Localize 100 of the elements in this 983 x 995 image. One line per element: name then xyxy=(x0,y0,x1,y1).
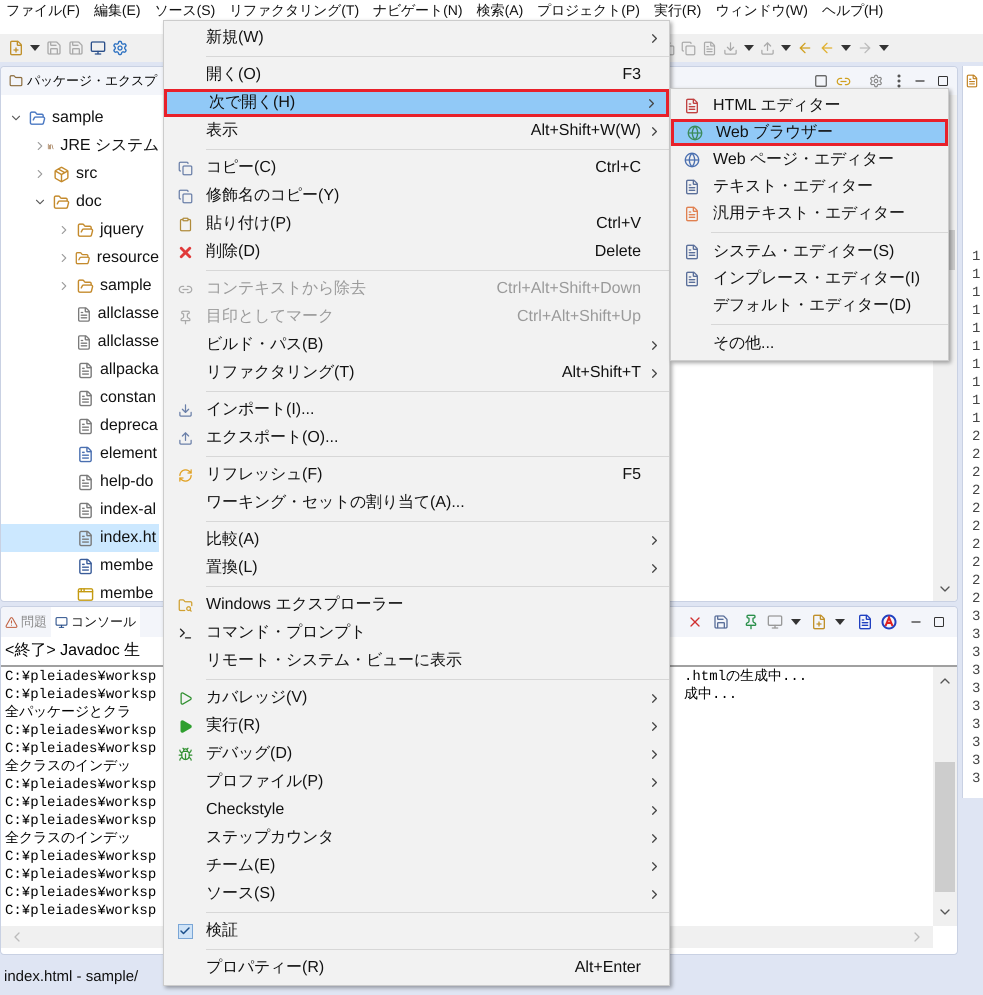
menu-bar-item[interactable]: 編集(E) xyxy=(94,1,141,19)
menu-item[interactable]: Web ページ・エディター xyxy=(671,146,948,173)
tree-item[interactable]: index.ht xyxy=(1,524,159,552)
java-file-icon[interactable] xyxy=(965,74,979,88)
tree-item[interactable]: allclasse xyxy=(1,328,159,356)
menu-item[interactable]: インプレース・エディター(I) xyxy=(671,265,948,292)
menu-item[interactable]: コピー(C) Ctrl+C xyxy=(164,154,669,182)
tree-item[interactable]: resource xyxy=(1,244,159,272)
caret-down-icon[interactable] xyxy=(781,45,791,51)
menu-item[interactable]: ソース(S) xyxy=(164,880,669,908)
menu-item[interactable]: 実行(R) xyxy=(164,712,669,740)
menu-bar-item[interactable]: リファクタリング(T) xyxy=(229,1,360,19)
menu-item[interactable]: 貼り付け(P) Ctrl+V xyxy=(164,210,669,238)
menu-item[interactable]: ビルド・パス(B) xyxy=(164,331,669,359)
menu-label: リフレッシュ(F) xyxy=(206,465,322,485)
menu-item[interactable]: 検証 xyxy=(164,917,669,945)
menu-item[interactable]: 置換(L) xyxy=(164,554,669,582)
menu-item[interactable]: ステップカウンタ xyxy=(164,824,669,852)
menu-item[interactable]: その他... xyxy=(671,330,948,357)
tree-label: allpacka xyxy=(100,360,159,380)
menu-item[interactable]: インポート(I)... xyxy=(164,396,669,424)
menu-bar-item[interactable]: 実行(R) xyxy=(654,1,702,19)
tree-item[interactable]: constan xyxy=(1,384,159,412)
maximize-icon[interactable] xyxy=(933,616,945,628)
menu-bar-item[interactable]: ヘルプ(H) xyxy=(822,1,884,19)
tree-item[interactable]: allpacka xyxy=(1,356,159,384)
menu-item[interactable]: 開く(O) F3 xyxy=(164,61,669,89)
scrollbar-thumb[interactable] xyxy=(935,762,955,892)
menu-item[interactable]: チーム(E) xyxy=(164,852,669,880)
menu-item[interactable]: エクスポート(O)... xyxy=(164,424,669,452)
menu-item[interactable]: ワーキング・セットの割り当て(A)... xyxy=(164,489,669,517)
menu-item[interactable]: 汎用テキスト・エディター xyxy=(671,200,948,227)
menu-item[interactable]: 削除(D) Delete xyxy=(164,238,669,266)
menu-item[interactable]: Web ブラウザー xyxy=(671,119,948,146)
menu-bar-item[interactable]: ナビゲート(N) xyxy=(373,1,463,19)
caret-down-icon[interactable] xyxy=(30,45,40,51)
tree-item[interactable]: sample xyxy=(1,272,159,300)
menu-item[interactable]: 比較(A) xyxy=(164,526,669,554)
menu-item[interactable]: 表示 Alt+Shift+W(W) xyxy=(164,117,669,145)
menu-bar-item[interactable]: プロジェクト(P) xyxy=(537,1,640,19)
menu-item[interactable]: プロファイル(P) xyxy=(164,768,669,796)
tree-label: src xyxy=(76,164,98,184)
file-icon[interactable] xyxy=(857,614,873,630)
tree-item[interactable]: src xyxy=(1,160,159,188)
monitor-icon[interactable] xyxy=(90,40,106,56)
menu-item[interactable]: 新規(W) xyxy=(164,24,669,52)
vertical-scrollbar[interactable] xyxy=(933,667,957,926)
tree-item[interactable]: membe xyxy=(1,552,159,580)
new-console-icon[interactable] xyxy=(811,614,827,630)
menu-bar-item[interactable]: 検索(A) xyxy=(476,1,524,19)
save-icon[interactable] xyxy=(713,614,729,630)
menu-label: テキスト・エディター xyxy=(713,176,873,196)
caret-down-icon[interactable] xyxy=(744,45,754,51)
menu-item[interactable]: 次で開く(H) xyxy=(164,89,669,117)
tree-item[interactable]: allclasse xyxy=(1,300,159,328)
menu-item[interactable]: プロパティー(R) Alt+Enter xyxy=(164,954,669,982)
menu-item[interactable]: リファクタリング(T) Alt+Shift+T xyxy=(164,359,669,387)
menu-item[interactable]: カバレッジ(V) xyxy=(164,684,669,712)
line-number: 3 xyxy=(972,716,982,734)
menu-item[interactable]: リフレッシュ(F) F5 xyxy=(164,461,669,489)
menu-bar-item[interactable]: ソース(S) xyxy=(154,1,216,19)
tree-item[interactable]: element xyxy=(1,440,159,468)
checkbox[interactable] xyxy=(178,924,192,938)
line-number: 3 xyxy=(972,680,982,698)
gear-icon[interactable] xyxy=(112,40,128,56)
tree-item[interactable]: sample xyxy=(1,104,159,132)
panel-tab[interactable]: コンソール xyxy=(51,607,140,637)
checkstyle-icon[interactable] xyxy=(881,614,897,630)
menu-item[interactable]: デフォルト・エディター(D) xyxy=(671,292,948,319)
menu-item[interactable]: デバッグ(D) xyxy=(164,740,669,768)
console-line: .htmlの生成中... xyxy=(684,668,808,686)
caret-down-icon[interactable] xyxy=(841,45,851,51)
view-menu-icon[interactable] xyxy=(897,74,901,88)
tree-item[interactable]: index-al xyxy=(1,496,159,524)
tree-item[interactable]: membe xyxy=(1,580,159,601)
panel-title[interactable]: パッケージ・エクスプ xyxy=(27,71,157,91)
console-line: 全パッケージとクラ xyxy=(5,704,132,722)
menu-item[interactable]: システム・エディター(S) xyxy=(671,238,948,265)
new-file-icon[interactable] xyxy=(8,40,24,56)
menu-bar-item[interactable]: ウィンドウ(W) xyxy=(715,1,808,19)
maximize-icon[interactable] xyxy=(937,75,949,87)
tree-item[interactable]: depreca xyxy=(1,412,159,440)
caret-down-icon[interactable] xyxy=(879,45,889,51)
caret-down-icon[interactable] xyxy=(835,619,845,625)
menu-bar-item[interactable]: ファイル(F) xyxy=(6,1,80,19)
tree-item[interactable]: JRE システム xyxy=(1,132,159,160)
menu-item[interactable]: HTML エディター xyxy=(671,92,948,119)
tree-item[interactable]: jquery xyxy=(1,216,159,244)
tree-item[interactable]: doc xyxy=(1,188,159,216)
caret-down-icon[interactable] xyxy=(791,619,801,625)
menu-item[interactable]: テキスト・エディター xyxy=(671,173,948,200)
line-number: 3 xyxy=(972,734,982,752)
menu-item[interactable]: Windows エクスプローラー xyxy=(164,591,669,619)
menu-item[interactable]: 修飾名のコピー(Y) xyxy=(164,182,669,210)
file-icon xyxy=(684,270,700,286)
tree-label: index-al xyxy=(100,500,156,520)
pin-icon[interactable] xyxy=(743,614,759,630)
menu-item[interactable]: Checkstyle xyxy=(164,796,669,824)
tree-item[interactable]: help-do xyxy=(1,468,159,496)
line-number: 1 xyxy=(972,320,982,338)
